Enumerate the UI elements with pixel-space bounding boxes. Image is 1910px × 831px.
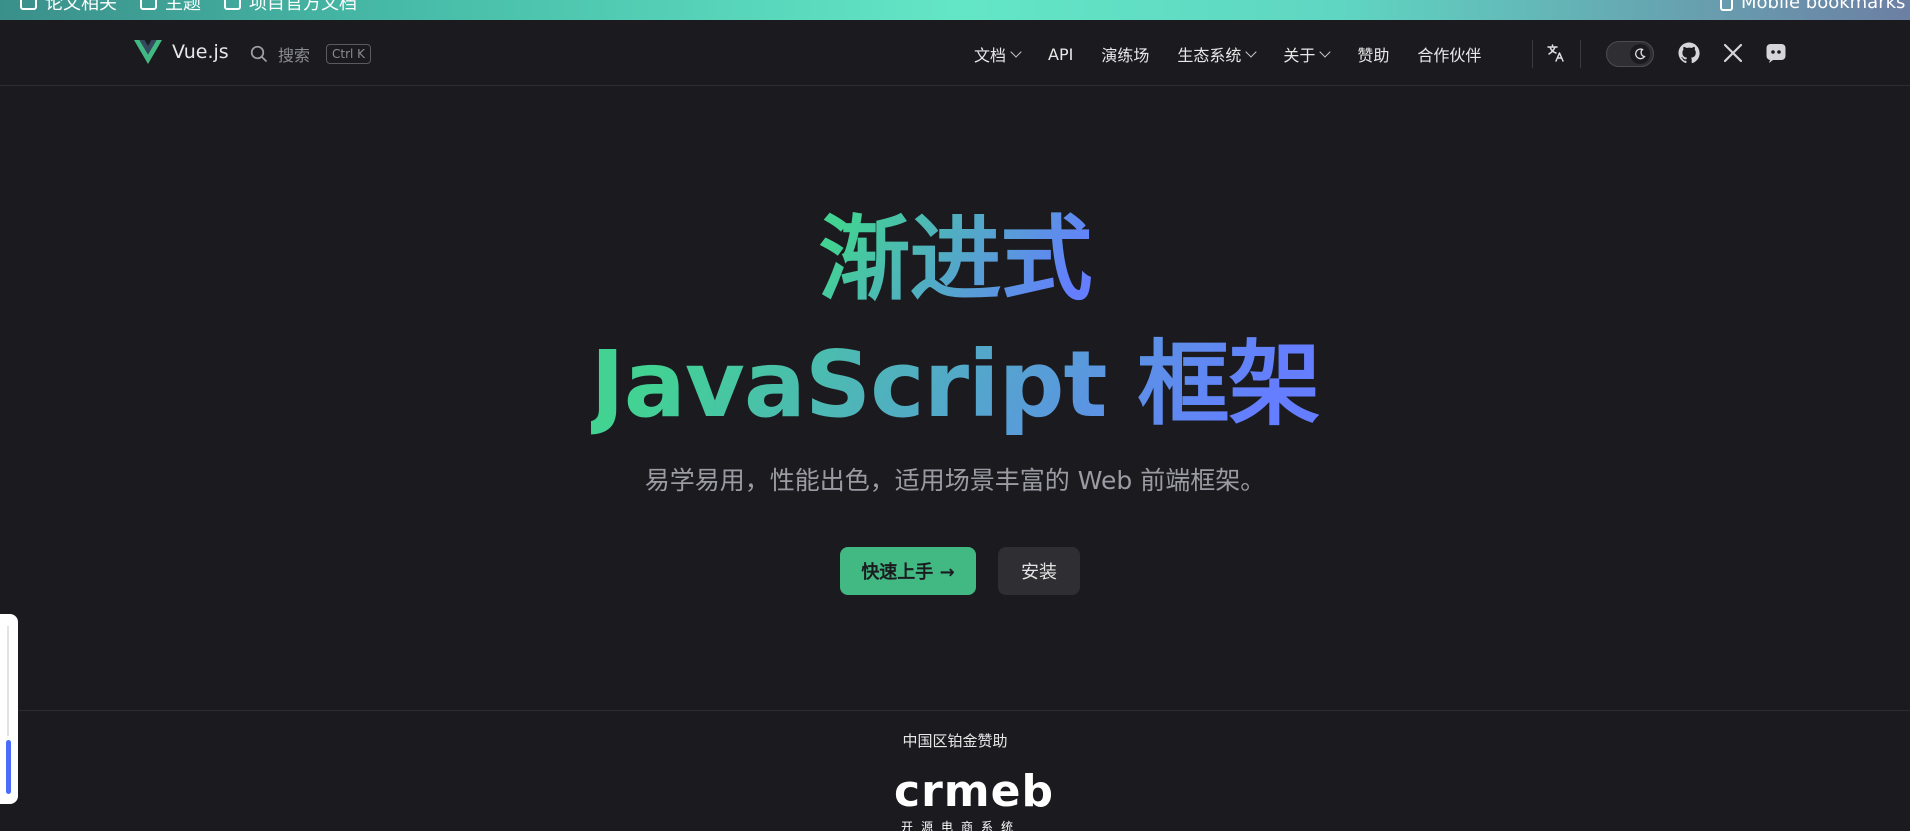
sponsor-logo-word: crmeb bbox=[894, 766, 1054, 817]
top-nav: Vue.js 搜索 Ctrl K 文档 API 演练场 生态系统 关于 赞助 合… bbox=[0, 20, 1910, 86]
hero-tagline: 易学易用，性能出色，适用场景丰富的 Web 前端框架。 bbox=[644, 466, 1266, 495]
github-icon bbox=[1678, 42, 1700, 64]
nav-item-ecosystem[interactable]: 生态系统 bbox=[1177, 42, 1258, 66]
hero-title-line2: JavaScript 框架 bbox=[0, 330, 1910, 440]
nav-divider bbox=[1532, 40, 1533, 68]
chevron-down-icon bbox=[1010, 45, 1022, 58]
x-link[interactable] bbox=[1720, 40, 1746, 66]
nav-item-api[interactable]: API bbox=[1048, 45, 1073, 64]
translate-icon bbox=[1547, 44, 1564, 62]
site-logo[interactable]: Vue.js bbox=[134, 40, 229, 64]
search-label: 搜索 bbox=[278, 46, 311, 65]
toggle-knob bbox=[1630, 44, 1650, 64]
logo-text: Vue.js bbox=[172, 41, 229, 63]
nav-item-partners[interactable]: 合作伙伴 bbox=[1417, 42, 1481, 66]
nav-item-label: 关于 bbox=[1283, 46, 1316, 65]
bookmark-folder[interactable]: 论文相关 bbox=[20, 0, 117, 14]
nav-item-docs[interactable]: 文档 bbox=[974, 42, 1022, 66]
get-started-button[interactable]: 快速上手 → bbox=[840, 547, 976, 595]
install-button[interactable]: 安装 bbox=[998, 547, 1080, 595]
search-icon bbox=[250, 45, 267, 62]
nav-item-label: 合作伙伴 bbox=[1417, 46, 1482, 65]
search-shortcut: Ctrl K bbox=[326, 44, 372, 64]
mobile-icon bbox=[1720, 0, 1733, 11]
search-button[interactable]: 搜索 Ctrl K bbox=[250, 42, 372, 66]
folder-icon bbox=[20, 0, 37, 10]
x-icon bbox=[1723, 43, 1743, 63]
side-scroll-widget[interactable] bbox=[0, 614, 18, 804]
mobile-bookmarks[interactable]: Mobile bookmarks bbox=[1720, 0, 1905, 14]
vue-logo-icon bbox=[134, 40, 162, 64]
hero-title-line1: 渐进式 bbox=[0, 205, 1910, 315]
hero-title-text: JavaScript 框架 bbox=[590, 331, 1321, 438]
sponsor-label: 中国区铂金赞助 bbox=[902, 732, 1008, 750]
mobile-bookmarks-label: Mobile bookmarks bbox=[1741, 0, 1906, 13]
bookmarks-bar: 论文相关 主题 项目官方文档 Mobile bookmarks bbox=[0, 0, 1910, 20]
nav-item-label: 文档 bbox=[974, 46, 1007, 65]
scroll-track bbox=[7, 626, 9, 736]
section-divider bbox=[0, 710, 1910, 711]
moon-icon bbox=[1635, 48, 1646, 60]
discord-icon bbox=[1766, 44, 1786, 63]
bookmark-label: 主题 bbox=[165, 0, 201, 14]
bookmark-label: 论文相关 bbox=[45, 0, 117, 14]
chevron-down-icon bbox=[1245, 45, 1258, 58]
nav-item-label: 生态系统 bbox=[1177, 46, 1242, 65]
nav-menu: 文档 API 演练场 生态系统 关于 赞助 合作伙伴 bbox=[974, 42, 1509, 66]
nav-item-sponsor[interactable]: 赞助 bbox=[1357, 42, 1389, 66]
bookmark-folder[interactable]: 项目官方文档 bbox=[224, 0, 357, 14]
nav-item-label: API bbox=[1048, 44, 1074, 64]
nav-item-about[interactable]: 关于 bbox=[1283, 42, 1332, 66]
nav-item-label: 赞助 bbox=[1357, 46, 1390, 65]
sponsor-logo[interactable]: crmeb 开源电商系统 bbox=[894, 766, 1054, 831]
nav-item-playground[interactable]: 演练场 bbox=[1101, 42, 1149, 66]
chevron-down-icon bbox=[1319, 45, 1332, 58]
folder-icon bbox=[140, 0, 157, 10]
theme-toggle[interactable] bbox=[1606, 41, 1654, 67]
folder-icon bbox=[224, 0, 241, 10]
bookmark-label: 项目官方文档 bbox=[249, 0, 357, 14]
nav-item-label: 演练场 bbox=[1101, 46, 1150, 65]
bookmark-folder[interactable]: 主题 bbox=[140, 0, 201, 14]
hero-title-text: 渐进式 bbox=[818, 206, 1092, 313]
translate-button[interactable] bbox=[1543, 40, 1569, 66]
sponsor-logo-sub: 开源电商系统 bbox=[900, 820, 1021, 831]
scroll-thumb[interactable] bbox=[6, 740, 11, 794]
github-link[interactable] bbox=[1676, 40, 1702, 66]
discord-link[interactable] bbox=[1763, 40, 1789, 66]
nav-divider bbox=[1580, 40, 1581, 68]
